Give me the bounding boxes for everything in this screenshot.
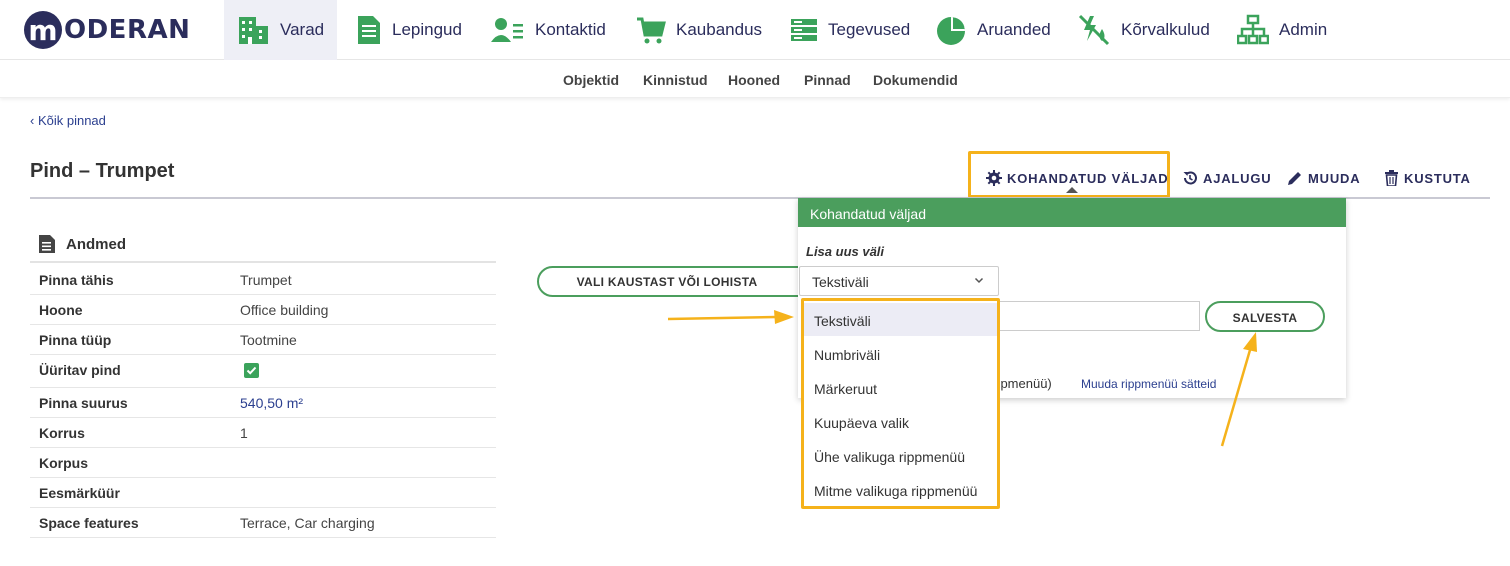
back-link-all-spaces[interactable]: ‹ Kõik pinnad — [30, 113, 106, 128]
row-value: Terrace, Car charging — [240, 515, 375, 531]
nav-item-korvalkulud[interactable]: Kõrvalkulud — [1077, 0, 1210, 60]
row-value: Office building — [240, 302, 329, 318]
nav-item-lepingud[interactable]: Lepingud — [356, 0, 462, 60]
cart-icon — [637, 17, 666, 44]
row-value: 1 — [240, 425, 248, 441]
table-row: Pinna tähis Trumpet — [30, 265, 496, 295]
subnav-item-objektid[interactable]: Objektid — [563, 72, 619, 88]
subnav-item-dokumendid[interactable]: Dokumendid — [873, 72, 958, 88]
nav-label-kaubandus: Kaubandus — [676, 20, 763, 39]
history-label: AJALUGU — [1203, 170, 1272, 186]
subnav-item-kinnistud[interactable]: Kinnistud — [643, 72, 708, 88]
popup-caret — [1066, 187, 1078, 193]
moderan-logo[interactable]: m ODERAN — [24, 10, 190, 50]
chevron-down-icon — [974, 277, 984, 284]
nav-label-tegevused: Tegevused — [828, 20, 911, 39]
row-value: Trumpet — [240, 272, 292, 288]
row-label: Space features — [39, 515, 139, 531]
details-heading: Andmed — [38, 234, 126, 254]
custom-fields-label: KOHANDATUD VÄLJAD — [1007, 170, 1169, 186]
table-row: Hoone Office building — [30, 295, 496, 325]
buildings-icon — [239, 17, 268, 44]
delete-label: KUSTUTA — [1404, 170, 1471, 186]
rentable-checkbox — [244, 363, 259, 378]
delete-button[interactable]: KUSTUTA — [1384, 170, 1471, 186]
row-label: Eesmärküür — [39, 485, 120, 501]
table-row: Eesmärküür — [30, 478, 496, 508]
arrow-to-dropdown — [667, 310, 794, 324]
nav-item-kontaktid[interactable]: Kontaktid — [491, 0, 606, 60]
nav-label-kontaktid: Kontaktid — [535, 20, 606, 39]
edit-button[interactable]: MUUDA — [1287, 170, 1360, 186]
nav-item-aruanded[interactable]: Aruanded — [935, 0, 1051, 60]
gear-icon — [986, 170, 1002, 186]
utilities-icon — [1078, 14, 1110, 46]
check-icon — [246, 366, 257, 375]
details-divider — [30, 261, 496, 263]
nav-item-kaubandus[interactable]: Kaubandus — [636, 0, 762, 60]
nav-label-aruanded: Aruanded — [977, 20, 1051, 39]
pencil-icon — [1288, 172, 1301, 185]
field-type-dropdown: Tekstiväli Numbriväli Märkeruut Kuupäeva… — [801, 298, 1000, 509]
table-row: Korpus — [30, 448, 496, 478]
logo-mark: m — [24, 11, 62, 49]
field-type-select-value: Tekstiväli — [812, 274, 869, 290]
sub-navigation: Objektid Kinnistud Hooned Pinnad Dokumen… — [0, 60, 1510, 98]
row-value: Tootmine — [240, 332, 297, 348]
table-row: Pinna suurus 540,50 m² — [30, 388, 496, 418]
row-label: Korrus — [39, 425, 85, 441]
trash-icon — [1385, 170, 1398, 186]
nav-item-admin[interactable]: Admin — [1237, 0, 1327, 60]
nav-label-varad: Varad — [280, 20, 325, 39]
tasks-icon — [791, 19, 817, 41]
row-value[interactable]: 540,50 m² — [240, 395, 303, 411]
upload-file-button[interactable]: VALI KAUSTAST VÕI LOHISTA — [537, 266, 837, 297]
row-label: Üüritav pind — [39, 362, 121, 378]
document-icon — [358, 16, 380, 44]
nav-label-lepingud: Lepingud — [392, 20, 462, 39]
dropdown-option-text-field[interactable]: Tekstiväli — [804, 303, 997, 336]
table-row: Space features Terrace, Car charging — [30, 508, 496, 538]
contacts-icon — [491, 18, 523, 42]
document-icon — [39, 235, 55, 253]
details-heading-label: Andmed — [66, 235, 126, 253]
dropdown-option-multi-select[interactable]: Mitme valikuga rippmenüü — [804, 473, 997, 506]
popup-title: Kohandatud väljad — [798, 198, 1346, 227]
org-chart-icon — [1237, 14, 1269, 45]
row-label: Pinna suurus — [39, 395, 128, 411]
history-icon — [1183, 171, 1197, 185]
subnav-item-hooned[interactable]: Hooned — [728, 72, 780, 88]
table-row: Üüritav pind — [30, 355, 496, 388]
dropdown-option-number-field[interactable]: Numbriväli — [804, 337, 997, 370]
edit-dropdown-settings-link[interactable]: Muuda rippmenüü sätteid — [1081, 377, 1216, 391]
row-label: Korpus — [39, 455, 88, 471]
save-button[interactable]: SALVESTA — [1205, 301, 1325, 332]
nav-label-korvalkulud: Kõrvalkulud — [1121, 20, 1210, 39]
field-name-input[interactable] — [999, 301, 1200, 331]
popup-subtitle: Lisa uus väli — [806, 244, 885, 259]
row-label: Hoone — [39, 302, 83, 318]
history-button[interactable]: AJALUGU — [1182, 170, 1271, 186]
nav-item-tegevused[interactable]: Tegevused — [790, 0, 910, 60]
pie-chart-icon — [937, 17, 965, 45]
field-type-select[interactable]: Tekstiväli — [799, 266, 999, 296]
dropdown-option-single-select[interactable]: Ühe valikuga rippmenüü — [804, 439, 997, 472]
top-navigation: m ODERAN Varad Lepingud Kontaktid Kauban… — [0, 0, 1510, 60]
table-row: Pinna tüüp Tootmine — [30, 325, 496, 355]
table-row: Korrus 1 — [30, 418, 496, 448]
edit-label: MUUDA — [1308, 170, 1361, 186]
dropdown-option-checkbox[interactable]: Märkeruut — [804, 371, 997, 404]
row-label: Pinna tüüp — [39, 332, 112, 348]
row-label: Pinna tähis — [39, 272, 114, 288]
custom-fields-button[interactable]: KOHANDATUD VÄLJAD — [986, 170, 1168, 186]
page-title: Pind – Trumpet — [30, 160, 175, 182]
subnav-item-pinnad[interactable]: Pinnad — [804, 72, 851, 88]
logo-text: ODERAN — [64, 15, 191, 45]
nav-label-admin: Admin — [1279, 20, 1328, 39]
nav-item-varad[interactable]: Varad — [224, 0, 337, 60]
dropdown-option-date-picker[interactable]: Kuupäeva valik — [804, 405, 997, 438]
